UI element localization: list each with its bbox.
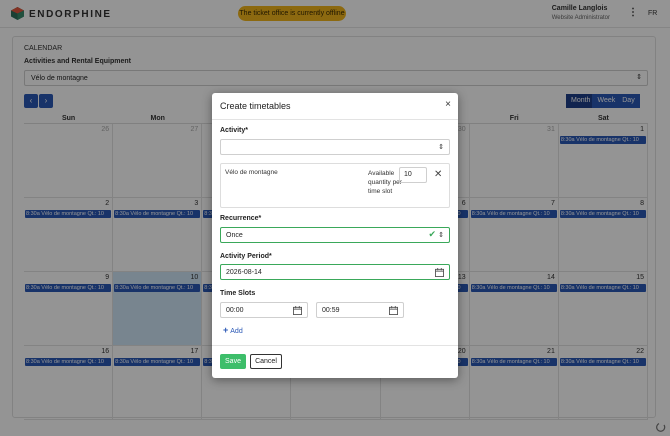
resource-name: Vélo de montagne bbox=[225, 169, 278, 176]
dialog-header-divider bbox=[212, 119, 458, 120]
cancel-button[interactable]: Cancel bbox=[250, 354, 282, 369]
activity-period-label: Activity Period* bbox=[220, 253, 272, 260]
remove-resource-icon[interactable]: ✕ bbox=[434, 169, 442, 180]
dialog-footer-divider bbox=[212, 345, 458, 346]
select-arrows-icon: ⇕ bbox=[438, 232, 444, 239]
dialog-title: Create timetables bbox=[220, 101, 291, 111]
add-time-slot-label: Add bbox=[230, 328, 243, 335]
loading-spinner-icon bbox=[656, 423, 666, 432]
quantity-label: Available quantity per time slot bbox=[368, 170, 402, 195]
plus-icon: + bbox=[223, 325, 229, 335]
activity-period-input[interactable]: 2026-08-14 bbox=[220, 264, 450, 280]
time-slot-end-value: 00:59 bbox=[322, 307, 340, 314]
calendar-icon[interactable] bbox=[435, 268, 444, 277]
activity-period-value: 2026-08-14 bbox=[226, 269, 262, 276]
time-slot-start-value: 00:00 bbox=[226, 307, 244, 314]
calendar-icon[interactable] bbox=[389, 306, 398, 315]
activity-select[interactable]: ⇕ bbox=[220, 139, 450, 155]
save-button[interactable]: Save bbox=[220, 354, 246, 369]
quantity-input[interactable]: 10 bbox=[399, 167, 427, 183]
recurrence-value: Once bbox=[226, 232, 243, 239]
time-slot-start-input[interactable]: 00:00 bbox=[220, 302, 308, 318]
time-slot-end-input[interactable]: 00:59 bbox=[316, 302, 404, 318]
add-time-slot-button[interactable]: + Add bbox=[223, 325, 243, 335]
select-arrows-icon: ⇕ bbox=[438, 144, 444, 151]
recurrence-label: Recurrence* bbox=[220, 215, 262, 222]
create-timetables-dialog: Create timetables × Activity* ⇕ Vélo de … bbox=[212, 93, 458, 378]
resource-row: Vélo de montagne Available quantity per … bbox=[220, 163, 450, 208]
calendar-icon[interactable] bbox=[293, 306, 302, 315]
checkmark-icon: ✔ bbox=[428, 229, 436, 239]
recurrence-select[interactable]: Once ✔ ⇕ bbox=[220, 227, 450, 243]
close-icon[interactable]: × bbox=[445, 99, 451, 110]
activity-label: Activity* bbox=[220, 127, 249, 134]
time-slots-label: Time Slots bbox=[220, 290, 256, 297]
